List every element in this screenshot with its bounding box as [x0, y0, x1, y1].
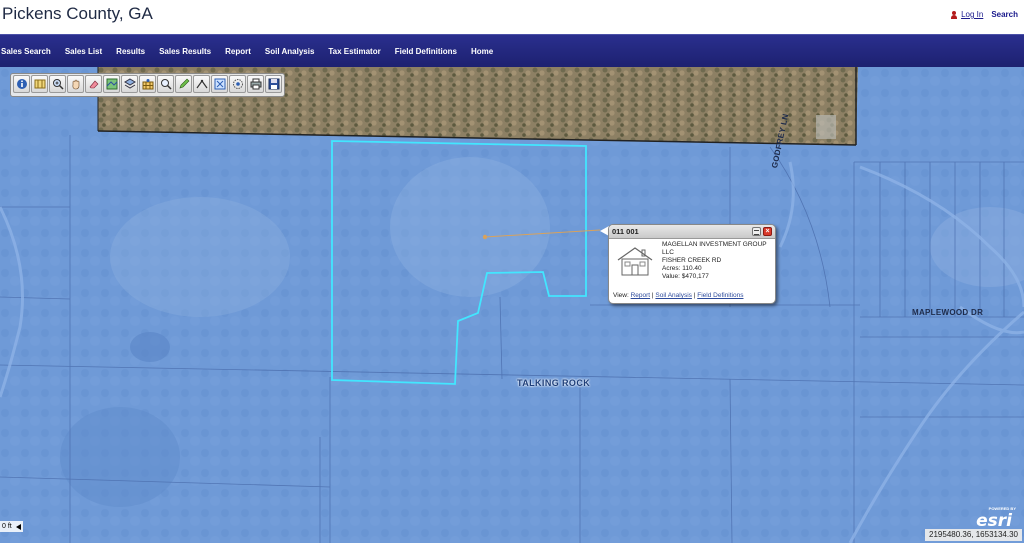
basemap-tool[interactable] [121, 75, 138, 93]
map-view[interactable]: GODFREY LN MAPLEWOOD DR TALKING ROCK 011… [0, 67, 1024, 543]
popup-details: MAGELLAN INVESTMENT GROUP LLC FISHER CRE… [662, 241, 767, 281]
measure-icon [196, 79, 207, 89]
user-icon [951, 10, 958, 19]
buffer-tool[interactable] [229, 75, 246, 93]
owner-name-line2: LLC [662, 249, 674, 256]
layers-tool[interactable] [103, 75, 120, 93]
search-icon [160, 79, 172, 90]
report-link[interactable]: Report [631, 292, 651, 299]
close-icon[interactable]: × [763, 227, 772, 236]
scale-arrow-icon [15, 523, 21, 530]
basemap-icon [123, 78, 136, 89]
full-extent-tool[interactable] [211, 75, 228, 93]
field-definitions-link[interactable]: Field Definitions [697, 292, 743, 299]
search-link[interactable]: Search [991, 10, 1018, 19]
owner-name-line1: MAGELLAN INVESTMENT GROUP [662, 241, 767, 248]
site-header: Pickens County, GA Log In Search [0, 0, 1024, 34]
nav-home[interactable]: Home [464, 47, 500, 56]
maximize-icon[interactable] [752, 227, 761, 236]
nav-tax-estimator[interactable]: Tax Estimator [321, 47, 387, 56]
popup-body: MAGELLAN INVESTMENT GROUP LLC FISHER CRE… [609, 239, 775, 289]
info-tool[interactable] [13, 75, 30, 93]
map-tool[interactable] [31, 75, 48, 93]
print-tool[interactable] [247, 75, 264, 93]
site-title: Pickens County, GA [2, 4, 153, 23]
nav-sales-list[interactable]: Sales List [58, 47, 109, 56]
talking-rock-label: TALKING ROCK [517, 378, 591, 388]
popup-title: 011 001 [612, 227, 639, 236]
info-icon [16, 79, 27, 89]
full-extent-icon [214, 78, 225, 90]
parcel-grid-icon [142, 79, 153, 90]
esri-logo: esri [976, 511, 1012, 531]
print-icon [250, 78, 261, 90]
save-tool[interactable] [265, 75, 282, 93]
pencil-tool[interactable] [175, 75, 192, 93]
pan-icon [71, 79, 79, 90]
soil-analysis-link[interactable]: Soil Analysis [655, 292, 692, 299]
pan-tool[interactable] [67, 75, 84, 93]
parcel-acres: Acres: 110.40 [662, 265, 702, 272]
measure-tool[interactable] [193, 75, 210, 93]
parcel-popup: 011 001 × MAGELLAN INVESTMENT GROUP LLC … [608, 224, 776, 304]
save-icon [268, 78, 279, 90]
nav-sales-search[interactable]: Sales Search [0, 47, 58, 56]
popup-header: 011 001 × [609, 225, 775, 239]
nav-results[interactable]: Results [109, 47, 152, 56]
map-icon [34, 79, 45, 89]
parcel-centroid [482, 234, 488, 240]
eraser-icon [89, 80, 98, 89]
nav-sales-results[interactable]: Sales Results [152, 47, 218, 56]
map-canvas[interactable] [0, 67, 1024, 543]
scale-label: 0 ft [2, 523, 12, 530]
maplewood-dr-label: MAPLEWOOD DR [912, 308, 984, 317]
main-nav: Sales Search Sales List Results Sales Re… [0, 34, 1024, 67]
popup-footer: View: Report | Soil Analysis | Field Def… [613, 292, 743, 299]
parcel-grid-tool[interactable] [139, 75, 156, 93]
nav-soil-analysis[interactable]: Soil Analysis [258, 47, 322, 56]
parcel-value: Value: $470,177 [662, 273, 709, 280]
buffer-icon [232, 79, 243, 89]
layers-icon [106, 78, 117, 90]
login-link[interactable]: Log In [961, 10, 983, 19]
view-label: View: [613, 292, 629, 299]
zoom-in-tool[interactable] [49, 75, 66, 93]
nav-field-definitions[interactable]: Field Definitions [388, 47, 464, 56]
pencil-icon [179, 78, 189, 89]
eraser-tool[interactable] [85, 75, 102, 93]
nav-report[interactable]: Report [218, 47, 258, 56]
zoom-in-icon [52, 79, 64, 90]
parcel-address: FISHER CREEK RD [662, 257, 722, 264]
house-icon [617, 247, 653, 276]
coordinate-readout: 2195480.36, 1653134.30 [925, 529, 1022, 541]
scale-bar: 0 ft [0, 521, 23, 532]
map-toolbar [10, 73, 285, 97]
header-actions: Log In Search [951, 10, 1018, 19]
search-tool[interactable] [157, 75, 174, 93]
